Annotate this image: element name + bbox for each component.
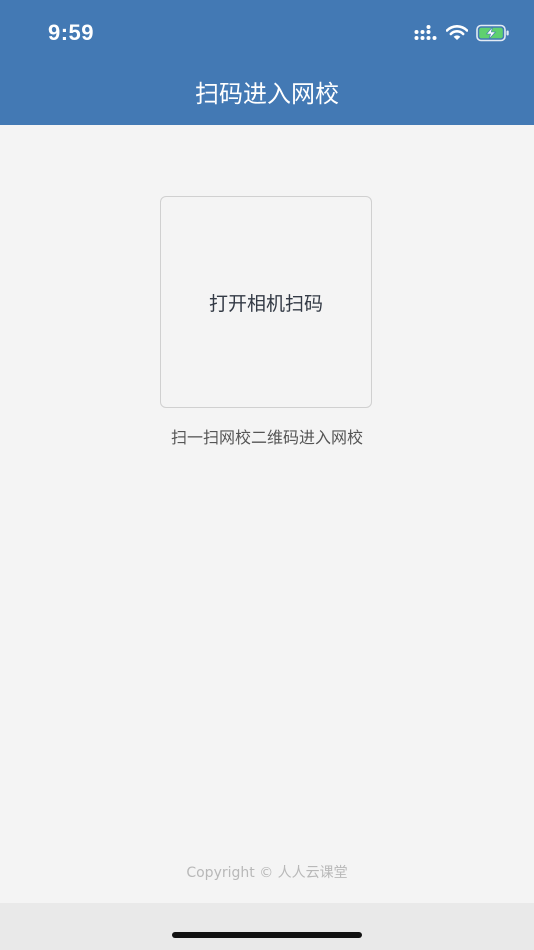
status-time: 9:59 bbox=[48, 20, 95, 45]
home-indicator-area bbox=[0, 903, 534, 950]
status-icons bbox=[414, 24, 510, 46]
header-bar: 9:59 扫码进入网校 bbox=[0, 0, 534, 125]
open-camera-scan-button[interactable]: 打开相机扫码 bbox=[160, 196, 372, 408]
cellular-signal-icon bbox=[414, 25, 438, 45]
status-bar: 9:59 bbox=[0, 0, 534, 66]
copyright-text: Copyright © 人人云课堂 bbox=[186, 865, 348, 881]
home-indicator[interactable] bbox=[172, 932, 362, 938]
open-camera-scan-label: 打开相机扫码 bbox=[208, 292, 323, 315]
battery-charging-icon bbox=[476, 24, 510, 46]
wifi-icon bbox=[445, 25, 469, 45]
page-title: 扫码进入网校 bbox=[195, 80, 339, 108]
scan-hint-text: 扫一扫网校二维码进入网校 bbox=[170, 428, 363, 447]
